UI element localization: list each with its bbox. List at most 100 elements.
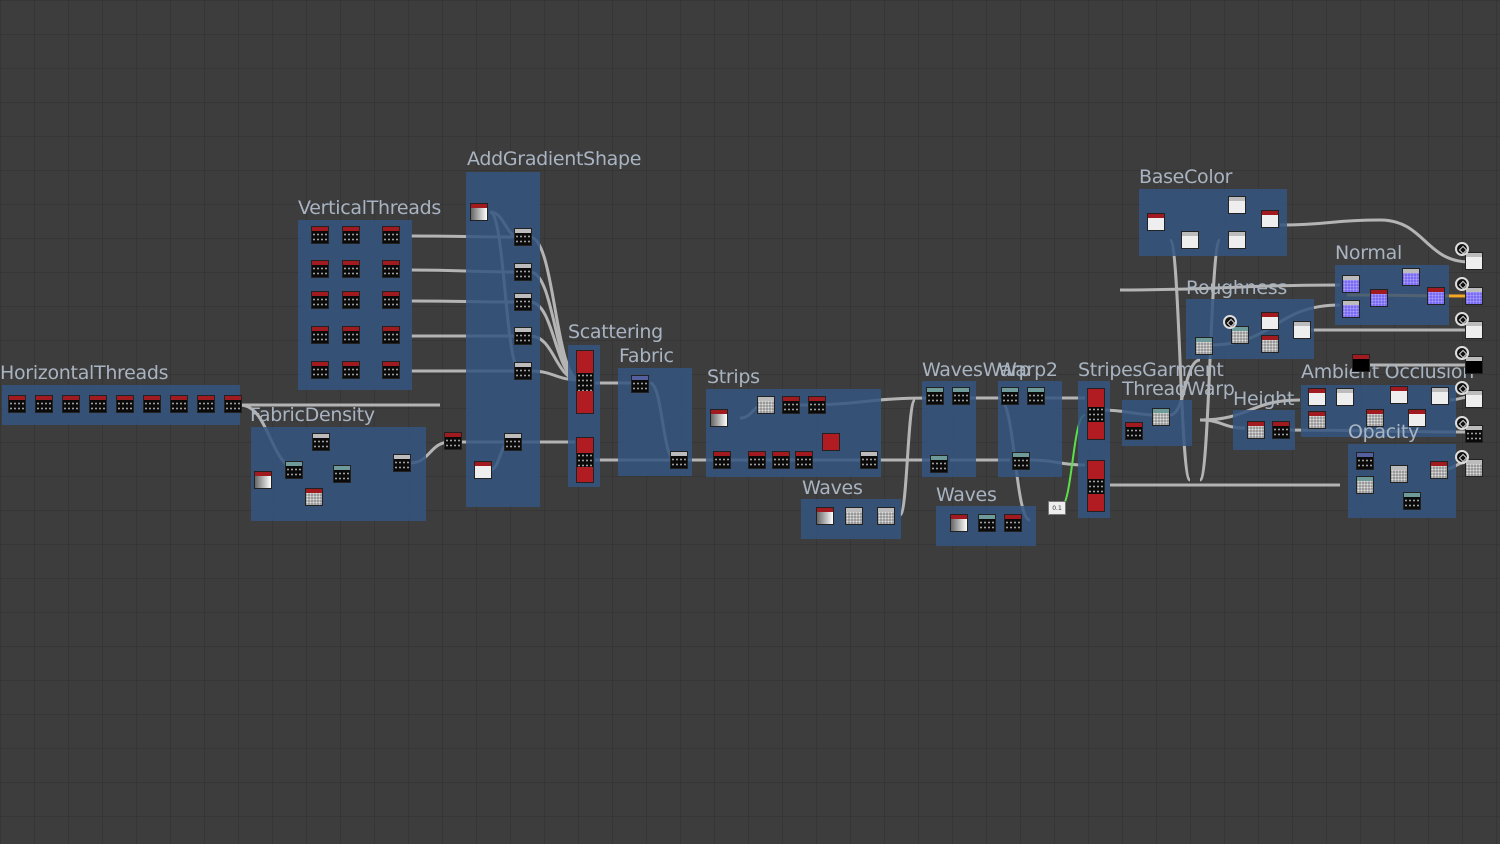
- value-node[interactable]: 0.1: [1048, 501, 1066, 515]
- graph-node[interactable]: [1408, 409, 1426, 427]
- multi-input-node[interactable]: [1087, 460, 1105, 512]
- frame-title[interactable]: Scattering: [568, 321, 663, 343]
- graph-node[interactable]: [1261, 335, 1279, 353]
- graph-node[interactable]: [342, 260, 360, 278]
- graph-node[interactable]: [311, 260, 329, 278]
- graph-node[interactable]: [1004, 514, 1022, 532]
- graph-node[interactable]: [1001, 387, 1019, 405]
- output-icon[interactable]: [1455, 242, 1469, 256]
- graph-node[interactable]: [926, 387, 944, 405]
- graph-node[interactable]: [504, 433, 522, 451]
- graph-node[interactable]: [1431, 387, 1449, 405]
- graph-node[interactable]: [782, 396, 800, 414]
- graph-node[interactable]: [845, 507, 863, 525]
- graph-node[interactable]: [305, 488, 323, 506]
- graph-node[interactable]: [877, 507, 895, 525]
- graph-node[interactable]: [89, 395, 107, 413]
- graph-node[interactable]: [1465, 356, 1483, 374]
- graph-node[interactable]: [1370, 289, 1388, 307]
- graph-node[interactable]: [978, 514, 996, 532]
- output-icon[interactable]: [1455, 381, 1469, 395]
- frame-title[interactable]: BaseColor: [1139, 166, 1232, 188]
- graph-node[interactable]: [62, 395, 80, 413]
- graph-node[interactable]: [1465, 459, 1483, 477]
- graph-node[interactable]: [1356, 476, 1374, 494]
- graph-node[interactable]: [382, 326, 400, 344]
- graph-node[interactable]: [1231, 326, 1249, 344]
- graph-node[interactable]: [1181, 231, 1199, 249]
- graph-node[interactable]: [514, 327, 532, 345]
- frame-title[interactable]: Warp2: [998, 359, 1058, 381]
- frame-title[interactable]: Roughness: [1186, 277, 1287, 299]
- graph-node[interactable]: [1125, 422, 1143, 440]
- graph-node[interactable]: [311, 291, 329, 309]
- graph-node[interactable]: [514, 362, 532, 380]
- graph-node[interactable]: [342, 326, 360, 344]
- graph-node[interactable]: [514, 228, 532, 246]
- graph-node[interactable]: [631, 375, 649, 393]
- graph-node[interactable]: [333, 465, 351, 483]
- frame-title[interactable]: Fabric: [619, 345, 674, 367]
- output-icon[interactable]: [1455, 277, 1469, 291]
- graph-node[interactable]: [1403, 492, 1421, 510]
- graph-node[interactable]: [342, 291, 360, 309]
- graph-node[interactable]: [382, 291, 400, 309]
- graph-node[interactable]: [285, 461, 303, 479]
- graph-node[interactable]: [808, 396, 826, 414]
- graph-node[interactable]: [1272, 421, 1290, 439]
- frame-title[interactable]: Strips: [707, 366, 760, 388]
- output-icon[interactable]: [1455, 416, 1469, 430]
- graph-node[interactable]: [710, 409, 728, 427]
- graph-node[interactable]: [514, 293, 532, 311]
- frame-title[interactable]: ThreadWarp: [1122, 378, 1235, 400]
- graph-node[interactable]: [1366, 409, 1384, 427]
- graph-node[interactable]: [952, 387, 970, 405]
- graph-node[interactable]: [1465, 321, 1483, 339]
- graph-node[interactable]: [1152, 408, 1170, 426]
- frame-title[interactable]: Height: [1233, 388, 1294, 410]
- graph-node[interactable]: [1027, 387, 1045, 405]
- graph-node[interactable]: [35, 395, 53, 413]
- multi-input-node[interactable]: [576, 437, 594, 483]
- graph-node[interactable]: [342, 226, 360, 244]
- graph-node[interactable]: [1390, 386, 1408, 404]
- graph-node[interactable]: [474, 461, 492, 479]
- graph-node[interactable]: [772, 451, 790, 469]
- output-icon[interactable]: [1455, 450, 1469, 464]
- graph-node[interactable]: [1352, 354, 1370, 372]
- graph-node[interactable]: [1261, 210, 1279, 228]
- graph-node[interactable]: [170, 395, 188, 413]
- graph-node[interactable]: [930, 455, 948, 473]
- graph-node[interactable]: [816, 507, 834, 525]
- graph-node[interactable]: [1390, 465, 1408, 483]
- graph-node[interactable]: [470, 203, 488, 221]
- graph-node[interactable]: [1402, 268, 1420, 286]
- graph-node[interactable]: [382, 260, 400, 278]
- graph-node[interactable]: [393, 454, 411, 472]
- multi-input-node[interactable]: [1087, 388, 1105, 440]
- graph-node[interactable]: [757, 396, 775, 414]
- graph-node[interactable]: [1293, 321, 1311, 339]
- graph-node[interactable]: [312, 433, 330, 451]
- frame-title[interactable]: Waves: [802, 477, 863, 499]
- graph-node[interactable]: [713, 451, 731, 469]
- graph-node[interactable]: [1228, 231, 1246, 249]
- frame-title[interactable]: Ambient Occlusion: [1301, 361, 1474, 383]
- frame-title[interactable]: FabricDensity: [250, 404, 375, 426]
- output-icon[interactable]: [1455, 346, 1469, 360]
- graph-node[interactable]: [822, 433, 840, 451]
- graph-node[interactable]: [1465, 287, 1483, 305]
- graph-node[interactable]: [1427, 287, 1445, 305]
- graph-node[interactable]: [1195, 337, 1213, 355]
- frame-title[interactable]: AddGradientShape: [467, 148, 641, 170]
- graph-node[interactable]: [382, 361, 400, 379]
- frame-title[interactable]: VerticalThreads: [298, 197, 441, 219]
- graph-node[interactable]: [116, 395, 134, 413]
- graph-node[interactable]: [748, 451, 766, 469]
- graph-node[interactable]: [143, 395, 161, 413]
- graph-node[interactable]: [8, 395, 26, 413]
- graph-node[interactable]: [1465, 425, 1483, 443]
- frame-title[interactable]: Waves: [936, 484, 997, 506]
- graph-node[interactable]: [444, 432, 462, 450]
- graph-node[interactable]: [1228, 196, 1246, 214]
